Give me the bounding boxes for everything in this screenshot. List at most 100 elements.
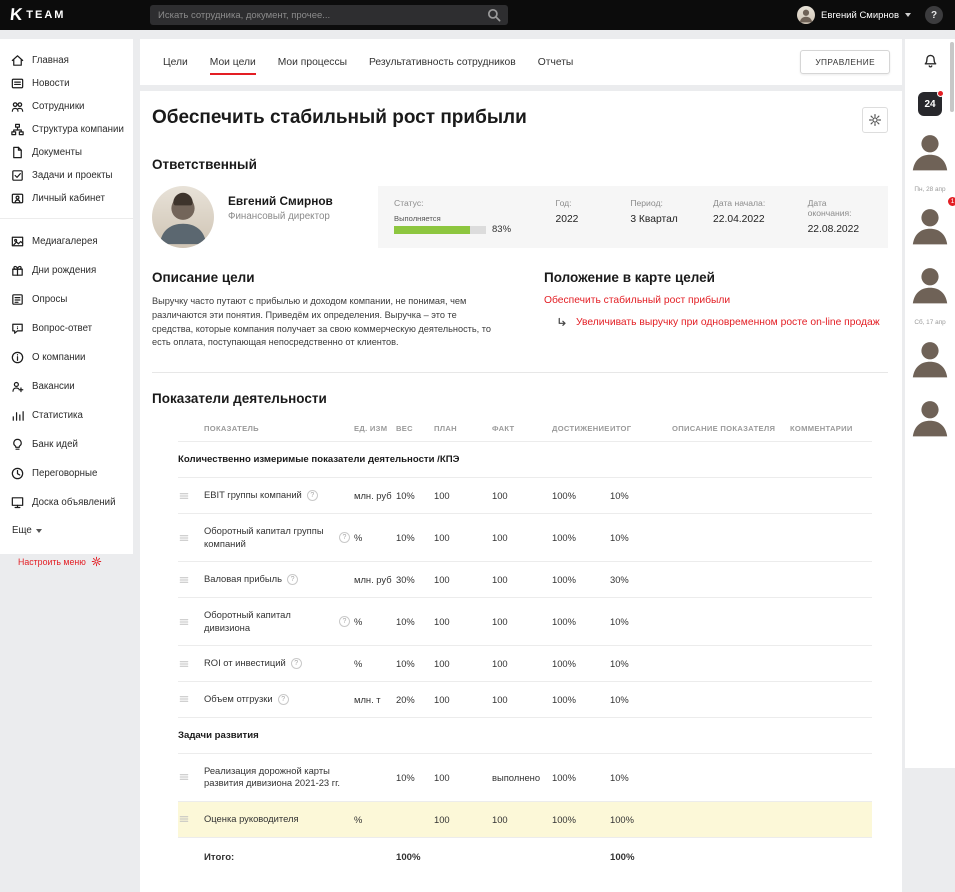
sidebar-item[interactable]: Новости — [0, 72, 133, 95]
start-date-value: 22.04.2022 — [713, 214, 808, 225]
calendar-notification[interactable]: 24 — [918, 92, 942, 116]
tab[interactable]: Мои процессы — [267, 41, 358, 83]
sidebar-item[interactable]: Сотрудники — [0, 95, 133, 118]
period-label: Период: — [630, 198, 713, 208]
drag-handle-icon[interactable] — [178, 813, 200, 825]
sidebar-item[interactable]: Документы — [0, 141, 133, 164]
description-text: Выручку часто путают с прибылью и доходо… — [152, 295, 499, 350]
search-input[interactable] — [150, 10, 485, 21]
sidebar-item-label: Личный кабинет — [32, 193, 105, 204]
sidebar-item[interactable]: Дни рождения — [0, 256, 133, 285]
tab[interactable]: Отчеты — [527, 41, 585, 83]
drag-handle-icon[interactable] — [178, 658, 200, 670]
sidebar-main-list: ГлавнаяНовостиСотрудники Структура компан… — [0, 49, 133, 210]
manage-button[interactable]: УПРАВЛЕНИЕ — [800, 50, 890, 74]
sidebar-item[interactable]: Статистика — [0, 401, 133, 430]
sidebar-item[interactable]: Главная — [0, 49, 133, 72]
bell-icon[interactable] — [922, 53, 939, 70]
home-icon — [10, 53, 25, 68]
cell-unit: млн. руб — [354, 562, 396, 598]
group-row: Задачи развития — [178, 717, 872, 753]
cell-description — [672, 802, 790, 838]
cell-weight: 10% — [396, 753, 434, 801]
sidebar-item[interactable]: Личный кабинет — [0, 187, 133, 210]
help-icon[interactable]: ? — [307, 490, 318, 501]
rail-avatar-item[interactable]: 1 — [905, 199, 955, 249]
drag-handle-icon[interactable] — [178, 693, 200, 705]
help-icon[interactable]: ? — [287, 574, 298, 585]
indicator-row: EBIT группы компаний?млн. руб10%10010010… — [178, 478, 872, 514]
search-icon[interactable] — [485, 6, 503, 24]
cell-fact: выполнено — [492, 753, 552, 801]
sidebar-item-label: Структура компании — [32, 124, 124, 135]
goal-settings-button[interactable] — [862, 107, 888, 133]
sidebar-item[interactable]: Вопрос-ответ — [0, 314, 133, 343]
indicator-row: ROI от инвестиций?%10%100100100%10% — [178, 646, 872, 682]
configure-menu-link[interactable]: Настроить меню — [18, 556, 102, 567]
cell-plan: 100 — [434, 753, 492, 801]
scrollbar[interactable] — [950, 42, 954, 112]
cell-description — [672, 646, 790, 682]
cell-total: 30% — [610, 562, 672, 598]
column-header: ДОСТИЖЕНИЕ — [552, 416, 610, 442]
cell-plan: 100 — [434, 597, 492, 645]
sidebar-item[interactable]: Задачи и проекты — [0, 164, 133, 187]
goal-map-child-link[interactable]: Увеличивать выручку при одновременном ро… — [576, 317, 880, 328]
cell-comments — [790, 562, 872, 598]
drag-handle-icon[interactable] — [178, 490, 200, 502]
sidebar-more[interactable]: Еще — [0, 517, 133, 546]
sidebar-item[interactable]: Медиагалерея — [0, 227, 133, 256]
rail-avatar-item[interactable] — [905, 258, 955, 308]
sidebar-item[interactable]: Опросы — [0, 285, 133, 314]
description-heading: Описание цели — [152, 270, 499, 285]
cell-unit: млн. т — [354, 682, 396, 718]
user-menu[interactable]: Евгений Смирнов — [797, 0, 911, 30]
rail-avatar-item[interactable] — [905, 332, 955, 382]
totals-row: Итого:100%100% — [178, 837, 872, 874]
help-icon[interactable]: ? — [339, 532, 350, 543]
tab[interactable]: Мои цели — [199, 41, 267, 83]
status-label: Статус: — [394, 198, 555, 208]
sidebar-secondary-list: МедиагалереяДни рожденияОпросыВопрос-отв… — [0, 227, 133, 517]
configure-menu-label: Настроить меню — [18, 557, 86, 567]
goal-map-parent-link[interactable]: Обеспечить стабильный рост прибыли — [544, 295, 888, 306]
cell-achievement: 100% — [552, 802, 610, 838]
column-header: ЕД. ИЗМ — [354, 416, 396, 442]
cell-description — [672, 597, 790, 645]
indicator-name: ROI от инвестиций — [204, 657, 286, 670]
cell-unit: млн. руб — [354, 478, 396, 514]
cell-fact: 100 — [492, 646, 552, 682]
cell-unit — [354, 753, 396, 801]
cell-achievement: 100% — [552, 646, 610, 682]
tab[interactable]: Результативность сотрудников — [358, 41, 527, 83]
rail-avatar-item[interactable] — [905, 125, 955, 175]
sidebar-item[interactable]: Банк идей — [0, 430, 133, 459]
sidebar-item[interactable]: Вакансии — [0, 372, 133, 401]
sidebar-item[interactable]: Структура компании — [0, 118, 133, 141]
indicators-heading: Показатели деятельности — [152, 391, 888, 406]
employees-icon — [10, 99, 25, 114]
drag-handle-icon[interactable] — [178, 771, 200, 783]
help-button[interactable]: ? — [925, 6, 943, 24]
drag-handle-icon[interactable] — [178, 616, 200, 628]
rail-avatar-item[interactable] — [905, 391, 955, 441]
sidebar-item[interactable]: Доска объявлений — [0, 488, 133, 517]
cell-comments — [790, 478, 872, 514]
gear-icon — [91, 556, 102, 567]
avatar — [905, 125, 955, 175]
logo[interactable]: K TEAM — [10, 5, 65, 25]
indicator-name: Валовая прибыль — [204, 573, 282, 586]
indicator-row: Оценка руководителя%100100100%100% — [178, 802, 872, 838]
cell-comments — [790, 646, 872, 682]
help-icon[interactable]: ? — [291, 658, 302, 669]
tab[interactable]: Цели — [152, 41, 199, 83]
sidebar-item[interactable]: Переговорные — [0, 459, 133, 488]
help-icon[interactable]: ? — [278, 694, 289, 705]
group-row: Количественно измеримые показатели деяте… — [178, 442, 872, 478]
company-icon — [10, 350, 25, 365]
drag-handle-icon[interactable] — [178, 532, 200, 544]
help-icon[interactable]: ? — [339, 616, 350, 627]
news-icon — [10, 76, 25, 91]
sidebar-item[interactable]: О компании — [0, 343, 133, 372]
drag-handle-icon[interactable] — [178, 574, 200, 586]
